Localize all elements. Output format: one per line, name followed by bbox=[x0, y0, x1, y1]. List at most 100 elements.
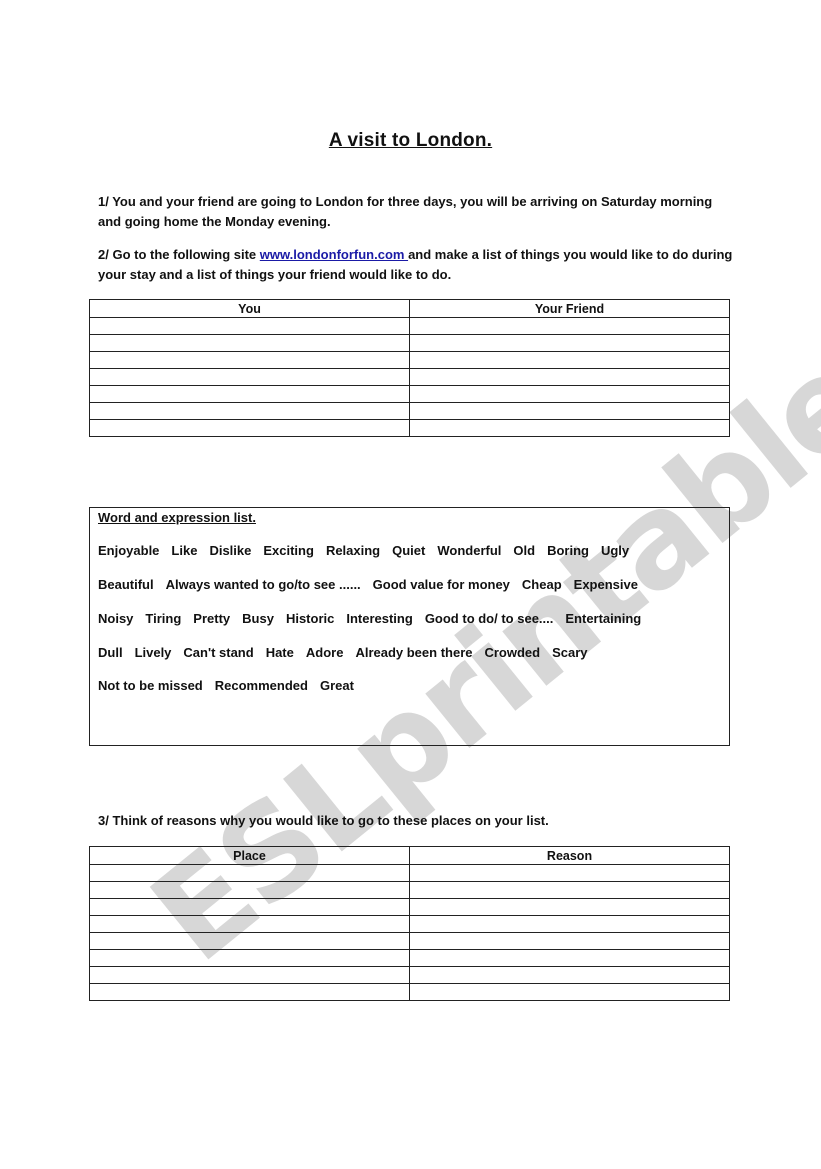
activity-cell[interactable] bbox=[89, 385, 410, 403]
word-expression-box: Word and expression list. Enjoyable Like D… bbox=[89, 507, 730, 746]
word-line: Dull Lively Can't stand Hate Adore Already be… bbox=[98, 645, 600, 660]
activities-table-body bbox=[89, 317, 730, 437]
word-item: Ugly bbox=[600, 543, 630, 558]
reason-cell[interactable] bbox=[409, 881, 730, 899]
activity-cell[interactable] bbox=[409, 402, 730, 420]
word-item: Wonderful bbox=[437, 543, 502, 558]
word-line: Beautiful Always wanted to go/to see ....… bbox=[98, 577, 650, 592]
reason-cell[interactable] bbox=[409, 915, 730, 933]
word-item: Entertaining bbox=[565, 611, 642, 626]
worksheet-page: ESLprintables.com A visit to London. 1/ … bbox=[0, 0, 821, 1169]
page-title: A visit to London. bbox=[328, 130, 493, 151]
table-row bbox=[89, 864, 730, 882]
word-item: Great bbox=[319, 678, 354, 693]
table-row bbox=[89, 419, 730, 437]
reason-cell[interactable] bbox=[409, 898, 730, 916]
word-item: Tiring bbox=[145, 611, 182, 626]
reason-cell[interactable] bbox=[89, 983, 410, 1001]
reason-cell[interactable] bbox=[89, 932, 410, 950]
header-you: You bbox=[89, 299, 410, 318]
instruction-step-1: 1/ You and your friend are going to Lond… bbox=[98, 194, 713, 229]
activities-table: You Your Friend bbox=[89, 299, 730, 437]
word-item: Cheap bbox=[521, 577, 562, 592]
word-item: Always wanted to go/to see ...... bbox=[165, 577, 361, 592]
activity-cell[interactable] bbox=[89, 317, 410, 335]
reason-cell[interactable] bbox=[409, 983, 730, 1001]
header-your-friend: Your Friend bbox=[409, 299, 730, 318]
header-place: Place bbox=[89, 846, 410, 865]
header-reason: Reason bbox=[409, 846, 730, 865]
table-row bbox=[89, 983, 730, 1001]
word-line: Not to be missed Recommended Great bbox=[98, 678, 366, 693]
word-item: Noisy bbox=[98, 611, 134, 626]
reason-cell[interactable] bbox=[89, 881, 410, 899]
step2-text-before: 2/ Go to the following site bbox=[98, 247, 260, 262]
table-row bbox=[89, 402, 730, 420]
activity-cell[interactable] bbox=[89, 351, 410, 369]
word-item: Beautiful bbox=[98, 577, 154, 592]
word-item: Expensive bbox=[573, 577, 638, 592]
reasons-table: Place Reason bbox=[89, 846, 730, 1001]
word-line: Noisy Tiring Pretty Busy Historic Interesting… bbox=[98, 611, 653, 626]
activity-cell[interactable] bbox=[409, 385, 730, 403]
table-row bbox=[89, 966, 730, 984]
reason-cell[interactable] bbox=[89, 864, 410, 882]
word-item: Busy bbox=[242, 611, 274, 626]
word-item: Historic bbox=[285, 611, 335, 626]
word-item: Dull bbox=[98, 645, 123, 660]
activity-cell[interactable] bbox=[89, 334, 410, 352]
reason-cell[interactable] bbox=[89, 966, 410, 984]
table-row bbox=[89, 915, 730, 933]
word-item: Relaxing bbox=[325, 543, 381, 558]
website-link[interactable]: www.londonforfun.com bbox=[260, 247, 408, 262]
table-row bbox=[89, 881, 730, 899]
reason-cell[interactable] bbox=[409, 949, 730, 967]
reason-cell[interactable] bbox=[409, 932, 730, 950]
word-item: Enjoyable bbox=[98, 543, 160, 558]
word-item: Quiet bbox=[392, 543, 426, 558]
table-header-row: You Your Friend bbox=[89, 299, 730, 318]
word-item: Like bbox=[171, 543, 198, 558]
reason-cell[interactable] bbox=[89, 898, 410, 916]
instruction-step-2: 2/ Go to the following site www.londonfo… bbox=[98, 245, 738, 285]
word-item: Hate bbox=[265, 645, 294, 660]
table-row bbox=[89, 949, 730, 967]
word-line: Enjoyable Like Dislike Exciting Relaxing Quie… bbox=[98, 543, 641, 558]
activity-cell[interactable] bbox=[409, 351, 730, 369]
activity-cell[interactable] bbox=[409, 368, 730, 386]
word-list-heading: Word and expression list. bbox=[98, 510, 256, 525]
word-item: Already been there bbox=[355, 645, 473, 660]
reason-cell[interactable] bbox=[409, 966, 730, 984]
table-row bbox=[89, 385, 730, 403]
word-item: Adore bbox=[305, 645, 344, 660]
word-item: Lively bbox=[134, 645, 172, 660]
activity-cell[interactable] bbox=[89, 402, 410, 420]
table-row bbox=[89, 898, 730, 916]
table-row bbox=[89, 368, 730, 386]
table-header-row: Place Reason bbox=[89, 846, 730, 865]
reason-cell[interactable] bbox=[409, 864, 730, 882]
activity-cell[interactable] bbox=[409, 317, 730, 335]
activity-cell[interactable] bbox=[409, 419, 730, 437]
table-row bbox=[89, 932, 730, 950]
word-item: Good to do/ to see.... bbox=[424, 611, 554, 626]
table-row bbox=[89, 351, 730, 369]
word-item: Old bbox=[513, 543, 536, 558]
reason-cell[interactable] bbox=[89, 915, 410, 933]
reasons-table-body bbox=[89, 864, 730, 1001]
word-item: Crowded bbox=[484, 645, 541, 660]
word-item: Boring bbox=[547, 543, 589, 558]
word-item: Interesting bbox=[346, 611, 413, 626]
word-item: Scary bbox=[552, 645, 588, 660]
activity-cell[interactable] bbox=[89, 419, 410, 437]
activity-cell[interactable] bbox=[89, 368, 410, 386]
table-row bbox=[89, 317, 730, 335]
reason-cell[interactable] bbox=[89, 949, 410, 967]
word-item: Pretty bbox=[193, 611, 231, 626]
word-item: Good value for money bbox=[372, 577, 510, 592]
word-item: Dislike bbox=[209, 543, 252, 558]
word-item: Can't stand bbox=[183, 645, 254, 660]
activity-cell[interactable] bbox=[409, 334, 730, 352]
table-row bbox=[89, 334, 730, 352]
word-item: Not to be missed bbox=[98, 678, 203, 693]
